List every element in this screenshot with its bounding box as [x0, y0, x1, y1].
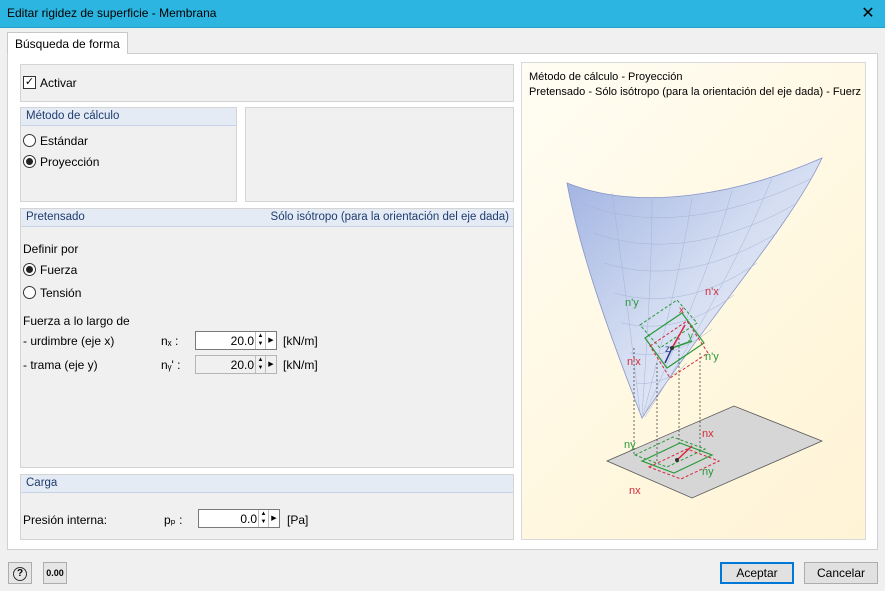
units-button[interactable]: 0.00 — [43, 562, 67, 584]
pp-spin-arrows[interactable]: ▲ ▼ — [258, 510, 268, 527]
label-ny-prime: n'y — [625, 297, 639, 309]
activar-group: ✓ Activar — [20, 64, 514, 102]
activar-checkbox[interactable]: ✓ — [23, 76, 36, 89]
radio-tension[interactable] — [23, 286, 36, 299]
window-title: Editar rigidez de superficie - Membrana — [7, 6, 217, 20]
pp-menu-arrow[interactable]: ▶ — [268, 510, 279, 527]
pretensado-group: Pretensado Sólo isótropo (para la orient… — [20, 208, 514, 468]
cancel-button[interactable]: Cancelar — [804, 562, 878, 584]
nx-spin-arrows[interactable]: ▲ ▼ — [255, 332, 265, 349]
pp-input[interactable]: 0.0 ▲ ▼ ▶ — [198, 509, 280, 528]
units-icon: 0.00 — [46, 568, 64, 578]
pp-symbol: pₚ : — [164, 513, 183, 527]
fuerza-largo-label: Fuerza a lo largo de — [23, 314, 130, 328]
metodo-group: Método de cálculo Estándar Proyección — [20, 107, 237, 202]
ny-menu-arrow: ▶ — [265, 356, 276, 373]
help-button[interactable]: ? — [8, 562, 32, 584]
nx-input[interactable]: 20.0 ▲ ▼ ▶ — [195, 331, 277, 350]
carga-group: Carga Presión interna: pₚ : 0.0 ▲ ▼ ▶ [Pa… — [20, 474, 514, 540]
radio-tension-label: Tensión — [40, 286, 82, 300]
trama-label: - trama (eje y) — [23, 358, 98, 372]
definir-por-label: Definir por — [23, 242, 79, 256]
membrane-diagram: n'y n'x n'x n'y ny nx ny nx x y z — [566, 157, 824, 499]
pp-value: 0.0 — [240, 512, 257, 526]
ny-input: 20.0 ▲ ▼ ▶ — [195, 355, 277, 374]
ny-spin-arrows: ▲ ▼ — [255, 356, 265, 373]
tab-strip: Búsqueda de forma — [7, 32, 878, 55]
pretensado-header-label: Pretensado — [26, 211, 85, 223]
urdimbre-label: - urdimbre (eje x) — [23, 334, 115, 348]
membrane-surface — [566, 157, 823, 419]
empty-group — [245, 107, 514, 202]
preview-panel: Método de cálculo - Proyección Pretensad… — [521, 62, 866, 540]
label-nx-low-bottom: nx — [629, 485, 641, 497]
radio-estandar-label: Estándar — [40, 134, 89, 148]
activar-label: Activar — [40, 76, 77, 90]
ny-unit: [kN/m] — [283, 358, 318, 372]
tab-busqueda-de-forma[interactable]: Búsqueda de forma — [7, 32, 128, 55]
close-icon[interactable]: ✕ — [851, 0, 885, 28]
presion-label: Presión interna: — [23, 513, 108, 527]
radio-fuerza[interactable] — [23, 263, 36, 276]
radio-estandar[interactable] — [23, 134, 36, 147]
nx-menu-arrow[interactable]: ▶ — [265, 332, 276, 349]
metodo-header: Método de cálculo — [21, 108, 236, 126]
label-axis-y: y — [688, 331, 693, 342]
label-axis-z: z — [665, 344, 670, 355]
pretensado-header: Pretensado Sólo isótropo (para la orient… — [21, 209, 513, 227]
help-icon: ? — [13, 567, 27, 581]
accept-button[interactable]: Aceptar — [720, 562, 794, 584]
label-ny-low-left: ny — [624, 439, 636, 451]
label-nx-prime-top: n'x — [705, 286, 719, 298]
label-nx-low-top: nx — [702, 428, 714, 440]
label-ny-low-right: ny — [702, 466, 714, 478]
radio-fuerza-label: Fuerza — [40, 263, 78, 277]
radio-proyeccion[interactable] — [23, 155, 36, 168]
title-bar: Editar rigidez de superficie - Membrana … — [0, 0, 885, 28]
nx-symbol: nₓ : — [161, 334, 179, 348]
label-nx-prime-bottom: n'x — [627, 356, 641, 368]
tab-content: ✓ Activar Método de cálculo Estándar Pro… — [7, 54, 878, 550]
nx-value: 20.0 — [230, 334, 254, 348]
carga-header: Carga — [21, 475, 513, 493]
label-axis-x: x — [679, 305, 684, 316]
nx-unit: [kN/m] — [283, 334, 318, 348]
ny-value: 20.0 — [230, 358, 254, 372]
pp-unit: [Pa] — [287, 513, 309, 527]
radio-proyeccion-label: Proyección — [40, 155, 100, 169]
ny-symbol: nᵧ' : — [161, 358, 181, 372]
label-ny-prime-right: n'y — [705, 351, 719, 363]
pretensado-header-right: Sólo isótropo (para la orientación del e… — [270, 211, 509, 223]
